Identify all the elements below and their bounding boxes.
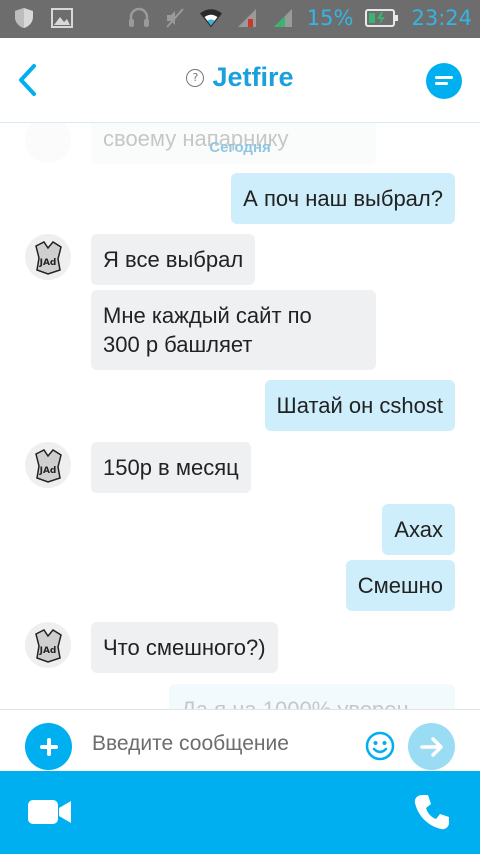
help-icon: ? xyxy=(186,68,205,87)
composer xyxy=(0,709,480,772)
conversation-header: ? Jetfire xyxy=(0,38,480,123)
signal-icon xyxy=(235,6,259,30)
video-camera-icon[interactable] xyxy=(28,799,72,825)
battery-percent: 15% xyxy=(306,6,354,30)
contact-name: Jetfire xyxy=(212,62,294,92)
image-icon xyxy=(50,6,74,30)
status-bar: 15% 23:24 xyxy=(0,0,480,38)
message-outgoing[interactable]: Ахах xyxy=(382,504,455,555)
message-outgoing[interactable]: Шатай он cshost xyxy=(264,380,455,431)
message-list[interactable]: своему напарнику Сегодня А поч наш выбра… xyxy=(0,123,480,709)
avatar[interactable]: JAd xyxy=(25,622,71,668)
arrow-right-icon[interactable] xyxy=(408,723,455,770)
message-incoming[interactable]: Мне каждый сайт по 300 р башляет xyxy=(91,290,376,370)
wifi-icon xyxy=(199,6,223,30)
avatar[interactable]: JAd xyxy=(25,442,71,488)
message-incoming[interactable]: 150р в месяц xyxy=(91,442,251,493)
clock: 23:24 xyxy=(411,6,472,30)
call-bar xyxy=(0,771,480,854)
battery-icon xyxy=(365,6,399,30)
phone-icon[interactable] xyxy=(413,793,451,831)
smiley-icon[interactable] xyxy=(365,731,395,761)
headset-icon xyxy=(127,6,151,30)
svg-text:JAd: JAd xyxy=(39,466,57,476)
plus-icon[interactable] xyxy=(25,723,72,770)
message-incoming[interactable]: Я все выбрал xyxy=(91,234,256,285)
svg-text:JAd: JAd xyxy=(39,258,57,268)
avatar[interactable]: JAd xyxy=(25,234,71,280)
svg-text:JAd: JAd xyxy=(39,646,57,656)
signal-icon xyxy=(271,6,295,30)
contact-title[interactable]: ? Jetfire xyxy=(0,62,480,93)
message-input[interactable] xyxy=(92,732,352,756)
shield-icon xyxy=(12,6,36,30)
message-outgoing[interactable]: Да я на 1000% уверен xyxy=(169,684,455,709)
message-outgoing[interactable]: А поч наш выбрал? xyxy=(231,173,455,224)
date-separator: Сегодня xyxy=(209,139,271,156)
message-outgoing[interactable]: Смешно xyxy=(345,560,455,611)
mute-icon xyxy=(163,6,187,30)
message-incoming[interactable]: Что смешного?) xyxy=(91,622,278,673)
menu-icon[interactable] xyxy=(426,63,462,99)
